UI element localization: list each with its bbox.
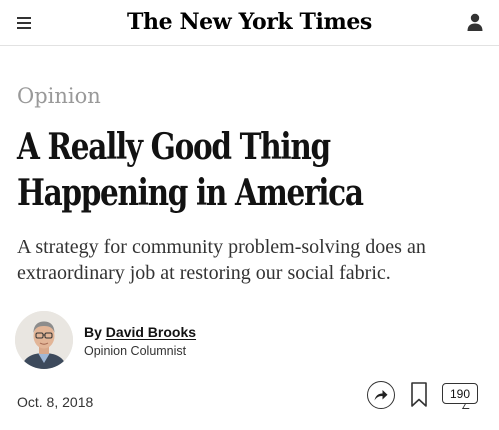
article-headline: A Really Good Thing Happening in America bbox=[17, 124, 402, 216]
article-summary: A strategy for community problem-solving… bbox=[17, 236, 426, 284]
bookmark-icon[interactable] bbox=[410, 381, 428, 409]
nyt-logo[interactable]: The New York Times bbox=[0, 9, 499, 35]
author-role: Opinion Columnist bbox=[84, 344, 187, 358]
byline-author: By David Brooks bbox=[84, 324, 196, 340]
publish-date: Oct. 8, 2018 bbox=[17, 394, 94, 410]
section-kicker[interactable]: Opinion bbox=[17, 84, 101, 108]
headline-line: A Really Good Thing bbox=[17, 126, 331, 168]
author-avatar[interactable] bbox=[15, 311, 73, 369]
headline-line: Happening in America bbox=[17, 172, 364, 214]
comments-button[interactable]: 190 bbox=[442, 383, 478, 409]
article-page: The New York Times Opinion A Really Good… bbox=[0, 0, 499, 430]
author-name-link[interactable]: David Brooks bbox=[106, 324, 196, 340]
share-icon[interactable] bbox=[367, 381, 395, 409]
comments-count: 190 bbox=[442, 383, 478, 404]
user-account-icon[interactable] bbox=[465, 12, 485, 32]
byline-prefix: By bbox=[84, 324, 102, 340]
top-navigation-bar: The New York Times bbox=[0, 0, 499, 46]
